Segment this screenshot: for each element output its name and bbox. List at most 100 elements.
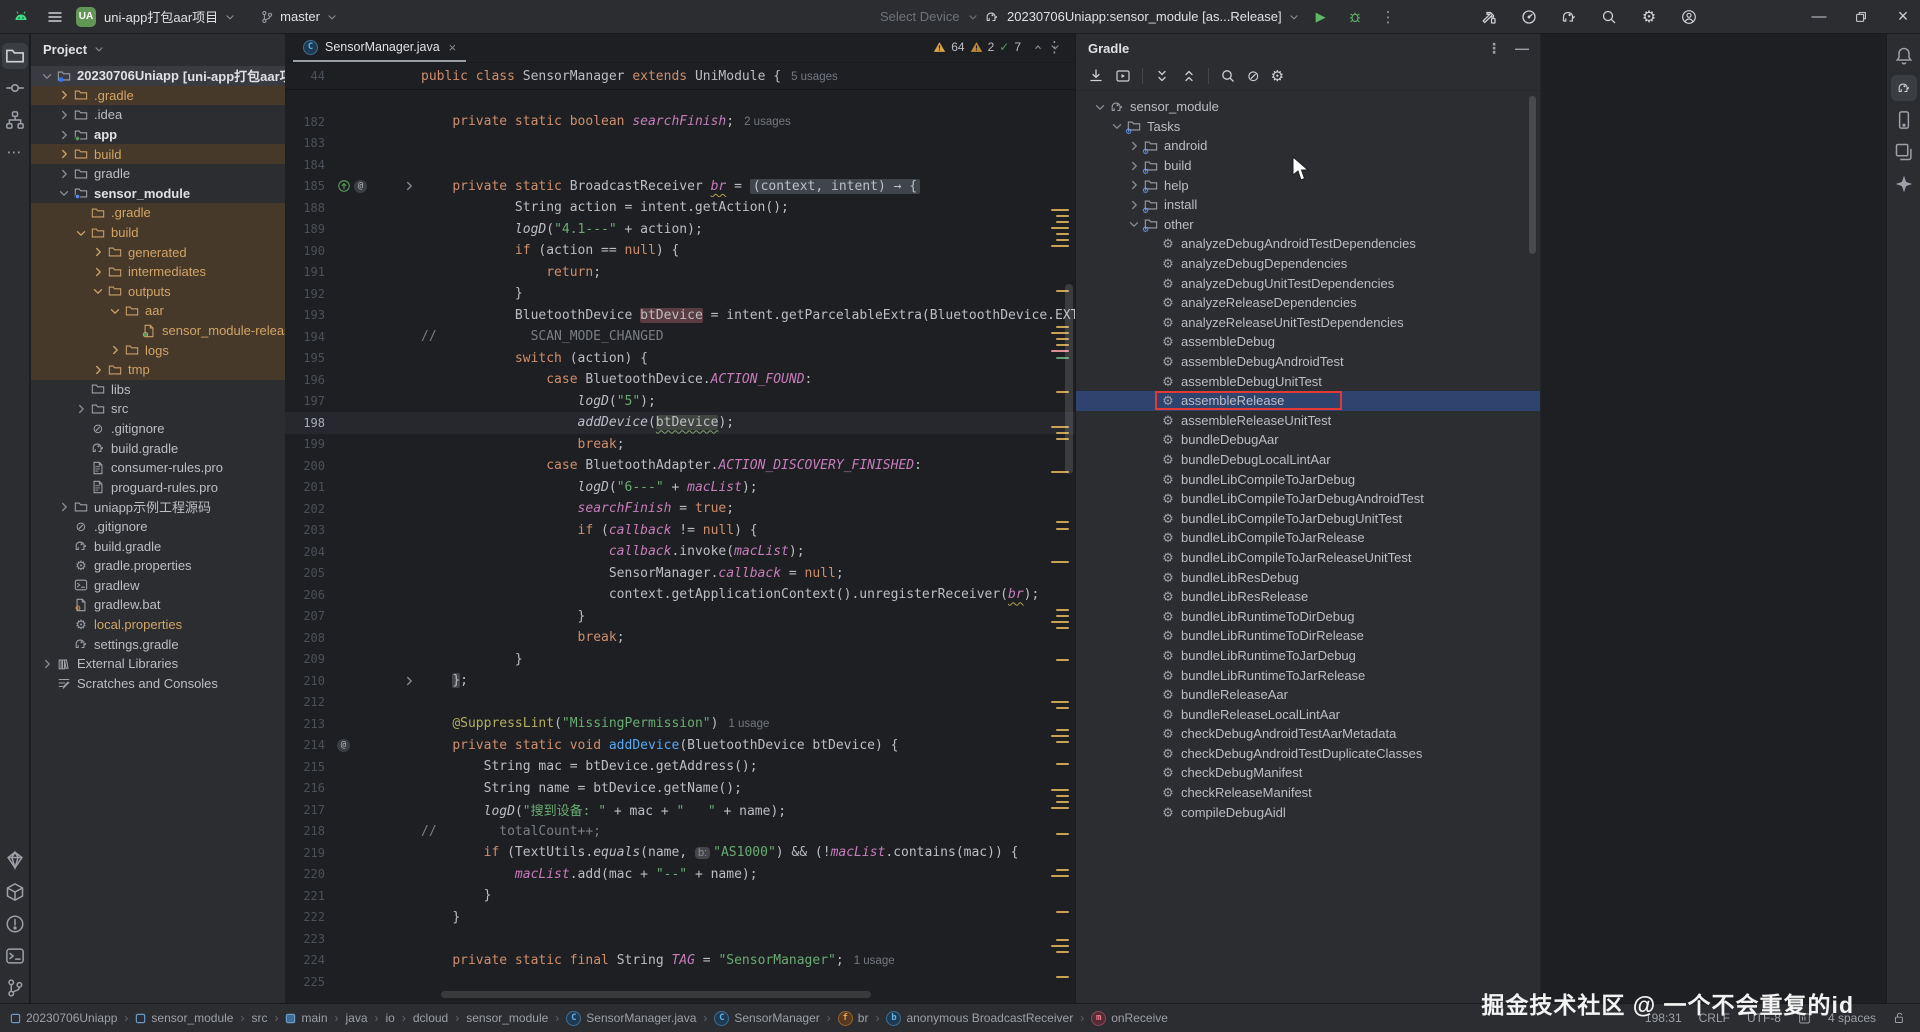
code-line[interactable]: 206 context.getApplicationContext().unre…	[285, 584, 1075, 606]
settings-gear-icon[interactable]: ⚙	[1636, 4, 1662, 30]
project-tree-row[interactable]: build	[31, 222, 285, 243]
collapse-arrow-icon[interactable]	[90, 284, 106, 298]
breadcrumb-item[interactable]: sensor_module	[466, 1011, 548, 1025]
project-tree-row[interactable]: src	[31, 399, 285, 419]
gradle-task-row[interactable]: ⚙ bundleDebugLocalLintAar	[1076, 450, 1541, 470]
vcs-branch-selector[interactable]: master	[260, 9, 338, 24]
collapse-arrow-icon[interactable]	[39, 69, 55, 83]
close-button[interactable]: ×	[1886, 0, 1920, 33]
fold-chevron-icon[interactable]	[402, 179, 421, 193]
project-tree-row[interactable]: settings.gradle	[31, 634, 285, 654]
project-tree-row[interactable]: logs	[31, 340, 285, 360]
expand-arrow-icon[interactable]	[56, 128, 72, 142]
breadcrumb-item[interactable]: main	[285, 1011, 328, 1025]
gradle-settings-icon[interactable]: ⚙	[1271, 69, 1284, 84]
project-tree-row[interactable]: tmp	[31, 359, 285, 380]
gradle-task-row[interactable]: ⚙ analyzeReleaseUnitTestDependencies	[1076, 313, 1541, 333]
breadcrumb-item[interactable]: io	[386, 1011, 395, 1025]
expand-arrow-icon[interactable]	[73, 402, 89, 416]
build-cube-icon[interactable]	[2, 879, 28, 905]
project-tree-row[interactable]: build.gradle	[31, 438, 285, 458]
expand-arrow-icon[interactable]	[90, 245, 106, 259]
tree-arrow-icon[interactable]	[1126, 139, 1142, 153]
notifications-bell-icon[interactable]	[1891, 43, 1917, 69]
breadcrumb-item[interactable]: 20230706Uniapp	[10, 1011, 117, 1025]
gradle-scrollbar[interactable]	[1529, 96, 1536, 254]
breadcrumb-item[interactable]: java	[346, 1011, 368, 1025]
code-line[interactable]: 225	[285, 971, 1075, 993]
expand-arrow-icon[interactable]	[107, 343, 123, 357]
expand-arrow-icon[interactable]	[56, 167, 72, 181]
code-line[interactable]: 209 }	[285, 649, 1075, 671]
code-line[interactable]: 189 logD("4.1---" + action);	[285, 219, 1075, 241]
project-tree-row[interactable]: proguard-rules.pro	[31, 477, 285, 497]
tree-arrow-icon[interactable]	[1126, 159, 1142, 173]
code-line[interactable]: 199 break;	[285, 434, 1075, 456]
gradle-task-row[interactable]: ⚙ bundleLibCompileToJarDebug	[1076, 469, 1541, 489]
gradle-task-row[interactable]: ⚙ assembleDebugAndroidTest	[1076, 352, 1541, 372]
gradle-task-row[interactable]: ⚙ assembleReleaseUnitTest	[1076, 411, 1541, 431]
project-tree-row[interactable]: ⊘ .gitignore	[31, 419, 285, 439]
project-tree-row[interactable]: libs	[31, 380, 285, 400]
project-tree-row[interactable]: aar	[31, 301, 285, 321]
code-line[interactable]: 222 }	[285, 907, 1075, 929]
code-line[interactable]: 195 switch (action) {	[285, 348, 1075, 370]
code-line[interactable]: 200 case BluetoothAdapter.ACTION_DISCOVE…	[285, 455, 1075, 477]
code-line[interactable]: 223	[285, 928, 1075, 950]
code-line[interactable]: 202 searchFinish = true;	[285, 498, 1075, 520]
gradle-task-row[interactable]: ⚙ analyzeReleaseDependencies	[1076, 293, 1541, 313]
code-line[interactable]: 192 }	[285, 283, 1075, 305]
offline-mode-icon[interactable]: ⊘	[1247, 69, 1260, 84]
collapse-arrow-icon[interactable]	[107, 304, 123, 318]
code-line[interactable]: 204 callback.invoke(macList);	[285, 541, 1075, 563]
gradle-task-row[interactable]: ⚙ bundleLibRuntimeToDirDebug	[1076, 606, 1541, 626]
project-tree-row[interactable]: ⚙ gradle.properties	[31, 556, 285, 576]
gradle-task-row[interactable]: ⚙ bundleLibCompileToJarDebugAndroidTest	[1076, 489, 1541, 509]
gradle-task-row[interactable]: ⚙ analyzeDebugDependencies	[1076, 254, 1541, 274]
tree-arrow-icon[interactable]	[1126, 217, 1142, 231]
gradle-task-row[interactable]: ⚙ bundleLibRuntimeToJarDebug	[1076, 646, 1541, 666]
search-everywhere-icon[interactable]	[1596, 4, 1622, 30]
project-selector[interactable]: uni-app打包aar项目	[104, 7, 236, 26]
code-line[interactable]: 190 if (action == null) {	[285, 240, 1075, 262]
sync-download-icon[interactable]	[1088, 68, 1104, 84]
code-area[interactable]: 182 private static boolean searchFinish;…	[285, 89, 1075, 1004]
gradle-sync-icon[interactable]	[1556, 4, 1582, 30]
unlock-icon[interactable]	[1893, 1011, 1906, 1025]
project-tree-row[interactable]: .idea	[31, 105, 285, 125]
project-tree-row[interactable]: External Libraries	[31, 654, 285, 674]
project-tree-row[interactable]: sensor_module	[31, 184, 285, 204]
code-line[interactable]: 205 SensorManager.callback = null;	[285, 563, 1075, 585]
project-panel-header[interactable]: Project	[31, 34, 285, 64]
project-tree-row[interactable]: generated	[31, 242, 285, 262]
code-line[interactable]: 208 break;	[285, 627, 1075, 649]
gradle-task-row[interactable]: ⚙ bundleLibResRelease	[1076, 587, 1541, 607]
gradle-task-row[interactable]: ⚙ analyzeDebugAndroidTestDependencies	[1076, 234, 1541, 254]
terminal-icon[interactable]	[2, 943, 28, 969]
prev-problem-icon[interactable]	[1032, 41, 1044, 53]
inspections-widget[interactable]: 64 2 ✓ 7	[933, 34, 1061, 60]
gradle-task-row[interactable]: ⚙ bundleLibRuntimeToJarRelease	[1076, 665, 1541, 685]
gradle-elephant-icon[interactable]	[1890, 75, 1917, 101]
ai-sparkle-icon[interactable]	[1891, 171, 1917, 197]
more-actions-icon[interactable]: ⋮	[1376, 4, 1402, 30]
code-line[interactable]: 221 }	[285, 885, 1075, 907]
editor-horizontal-scrollbar[interactable]	[441, 991, 871, 998]
project-tree-row[interactable]: gradle	[31, 164, 285, 184]
code-line[interactable]: 217 logD("搜到设备: " + mac + " " + name);	[285, 799, 1075, 821]
gradle-task-row[interactable]: ⚙ checkDebugAndroidTestAarMetadata	[1076, 724, 1541, 744]
commit-icon[interactable]	[2, 75, 28, 101]
breadcrumb-item[interactable]: src	[251, 1011, 267, 1025]
gradle-options-icon[interactable]: ⋮	[1487, 40, 1501, 57]
gradle-task-row[interactable]: ⚙ checkDebugManifest	[1076, 763, 1541, 783]
run-configuration-selector[interactable]: 20230706Uniapp:sensor_module [as...Relea…	[1007, 9, 1300, 24]
code-line[interactable]: 215 String mac = btDevice.getAddress();	[285, 756, 1075, 778]
collapse-all-icon[interactable]	[1181, 68, 1197, 84]
expand-arrow-icon[interactable]	[39, 657, 55, 671]
gradle-task-row[interactable]: ⚙ bundleLibCompileToJarDebugUnitTest	[1076, 508, 1541, 528]
gradle-task-row[interactable]: ⚙ android	[1076, 136, 1541, 156]
project-tree-row[interactable]: outputs	[31, 281, 285, 302]
gradle-task-row[interactable]: ⚙ bundleLibRuntimeToDirRelease	[1076, 626, 1541, 646]
expand-arrow-icon[interactable]	[56, 147, 72, 161]
project-folder-icon[interactable]	[1, 43, 28, 69]
